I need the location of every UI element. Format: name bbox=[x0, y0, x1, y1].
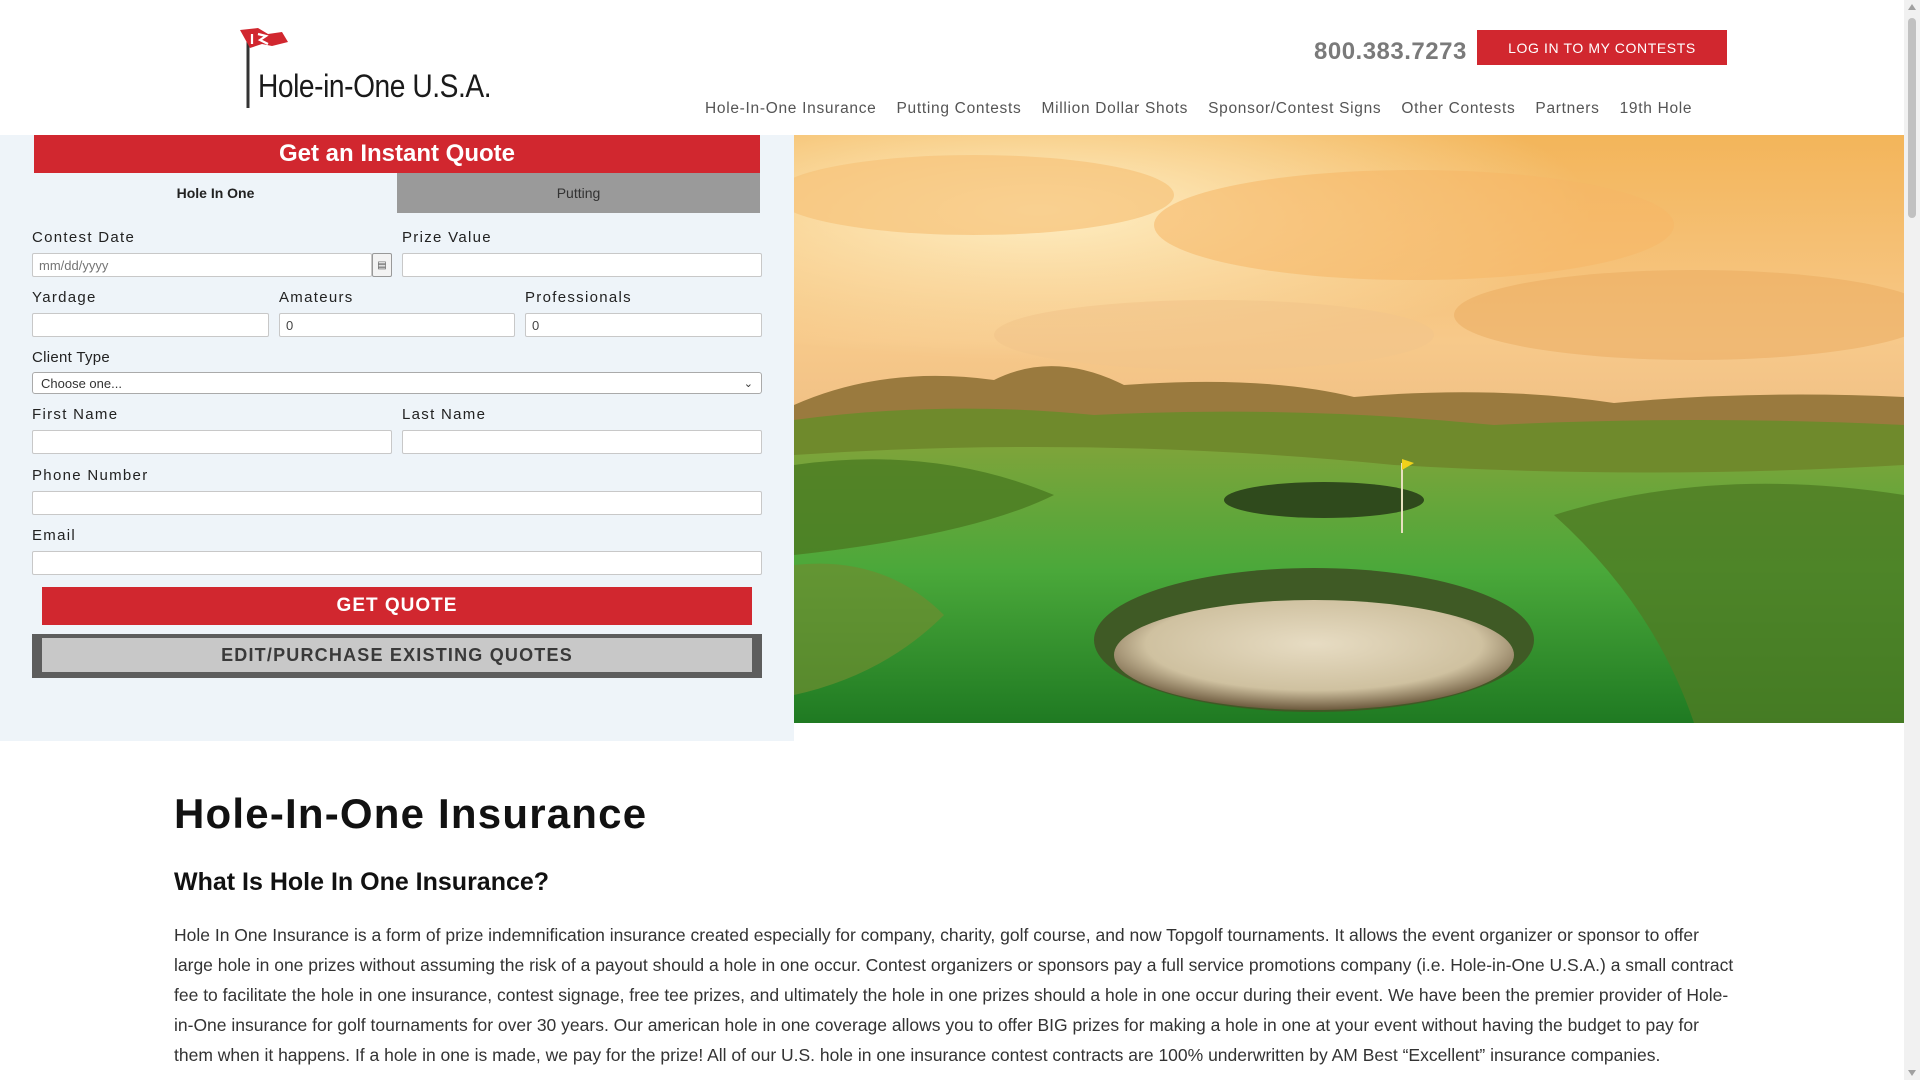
page-heading: Hole-In-One Insurance bbox=[174, 790, 648, 837]
email-input[interactable] bbox=[32, 551, 762, 575]
quote-tabs: Hole In One Putting bbox=[34, 173, 760, 213]
hero-golf-course-image bbox=[794, 135, 1904, 723]
first-name-label: First Name bbox=[32, 406, 119, 423]
login-button[interactable]: LOG IN TO MY CONTESTS bbox=[1477, 30, 1727, 65]
section-subheading: What Is Hole In One Insurance? bbox=[174, 868, 550, 896]
get-quote-button[interactable]: GET QUOTE bbox=[42, 587, 752, 625]
nav-item-million-dollar-shots[interactable]: Million Dollar Shots bbox=[1031, 100, 1198, 118]
first-name-input[interactable] bbox=[32, 430, 392, 454]
scroll-down-arrow-icon[interactable] bbox=[1908, 1070, 1916, 1076]
nav-item-19th-hole[interactable]: 19th Hole bbox=[1610, 100, 1703, 118]
chevron-down-icon: ⌄ bbox=[743, 377, 753, 390]
intro-paragraph: Hole In One Insurance is a form of prize… bbox=[174, 925, 1734, 1065]
main-nav: Hole-In-One Insurance Putting Contests M… bbox=[695, 100, 1702, 118]
site-header: Hole-in-One U.S.A. 800.383.7273 LOG IN T… bbox=[0, 0, 1902, 135]
last-name-label: Last Name bbox=[402, 406, 487, 423]
scroll-thumb[interactable] bbox=[1908, 18, 1916, 218]
client-type-label: Client Type bbox=[32, 349, 111, 366]
nav-item-sponsor-contest-signs[interactable]: Sponsor/Contest Signs bbox=[1198, 100, 1391, 118]
phone-number-label: Phone Number bbox=[32, 467, 149, 484]
nav-item-putting-contests[interactable]: Putting Contests bbox=[887, 100, 1032, 118]
calendar-icon[interactable]: ▤ bbox=[372, 253, 392, 277]
client-type-selected: Choose one... bbox=[41, 375, 122, 391]
professionals-input[interactable] bbox=[525, 313, 762, 337]
page-scrollbar[interactable] bbox=[1904, 0, 1920, 1080]
amateurs-label: Amateurs bbox=[279, 289, 354, 306]
nav-item-hole-in-one-insurance[interactable]: Hole-In-One Insurance bbox=[695, 100, 887, 118]
scroll-up-arrow-icon[interactable] bbox=[1908, 4, 1916, 10]
yardage-label: Yardage bbox=[32, 289, 97, 306]
prize-value-input[interactable] bbox=[402, 253, 762, 277]
nav-item-other-contests[interactable]: Other Contests bbox=[1391, 100, 1525, 118]
site-logo[interactable]: Hole-in-One U.S.A. bbox=[238, 26, 492, 110]
email-label: Email bbox=[32, 527, 77, 544]
edit-purchase-quotes-button[interactable]: EDIT/PURCHASE EXISTING QUOTES bbox=[42, 638, 752, 672]
phone-number[interactable]: 800.383.7273 bbox=[1314, 38, 1467, 66]
logo-text: Hole-in-One U.S.A. bbox=[258, 68, 492, 104]
tab-hole-in-one[interactable]: Hole In One bbox=[34, 173, 397, 213]
prize-value-label: Prize Value bbox=[402, 229, 492, 246]
client-type-select[interactable]: Choose one... ⌄ bbox=[32, 372, 762, 394]
amateurs-input[interactable] bbox=[279, 313, 515, 337]
yardage-input[interactable] bbox=[32, 313, 269, 337]
quote-title: Get an Instant Quote bbox=[34, 135, 760, 173]
nav-item-partners[interactable]: Partners bbox=[1525, 100, 1609, 118]
contest-date-label: Contest Date bbox=[32, 229, 136, 246]
quote-form-panel: Get an Instant Quote Hole In One Putting… bbox=[0, 135, 794, 741]
phone-number-input[interactable] bbox=[32, 491, 762, 515]
contest-date-input[interactable] bbox=[32, 253, 372, 277]
professionals-label: Professionals bbox=[525, 289, 632, 306]
last-name-input[interactable] bbox=[402, 430, 762, 454]
tab-putting[interactable]: Putting bbox=[397, 173, 760, 213]
